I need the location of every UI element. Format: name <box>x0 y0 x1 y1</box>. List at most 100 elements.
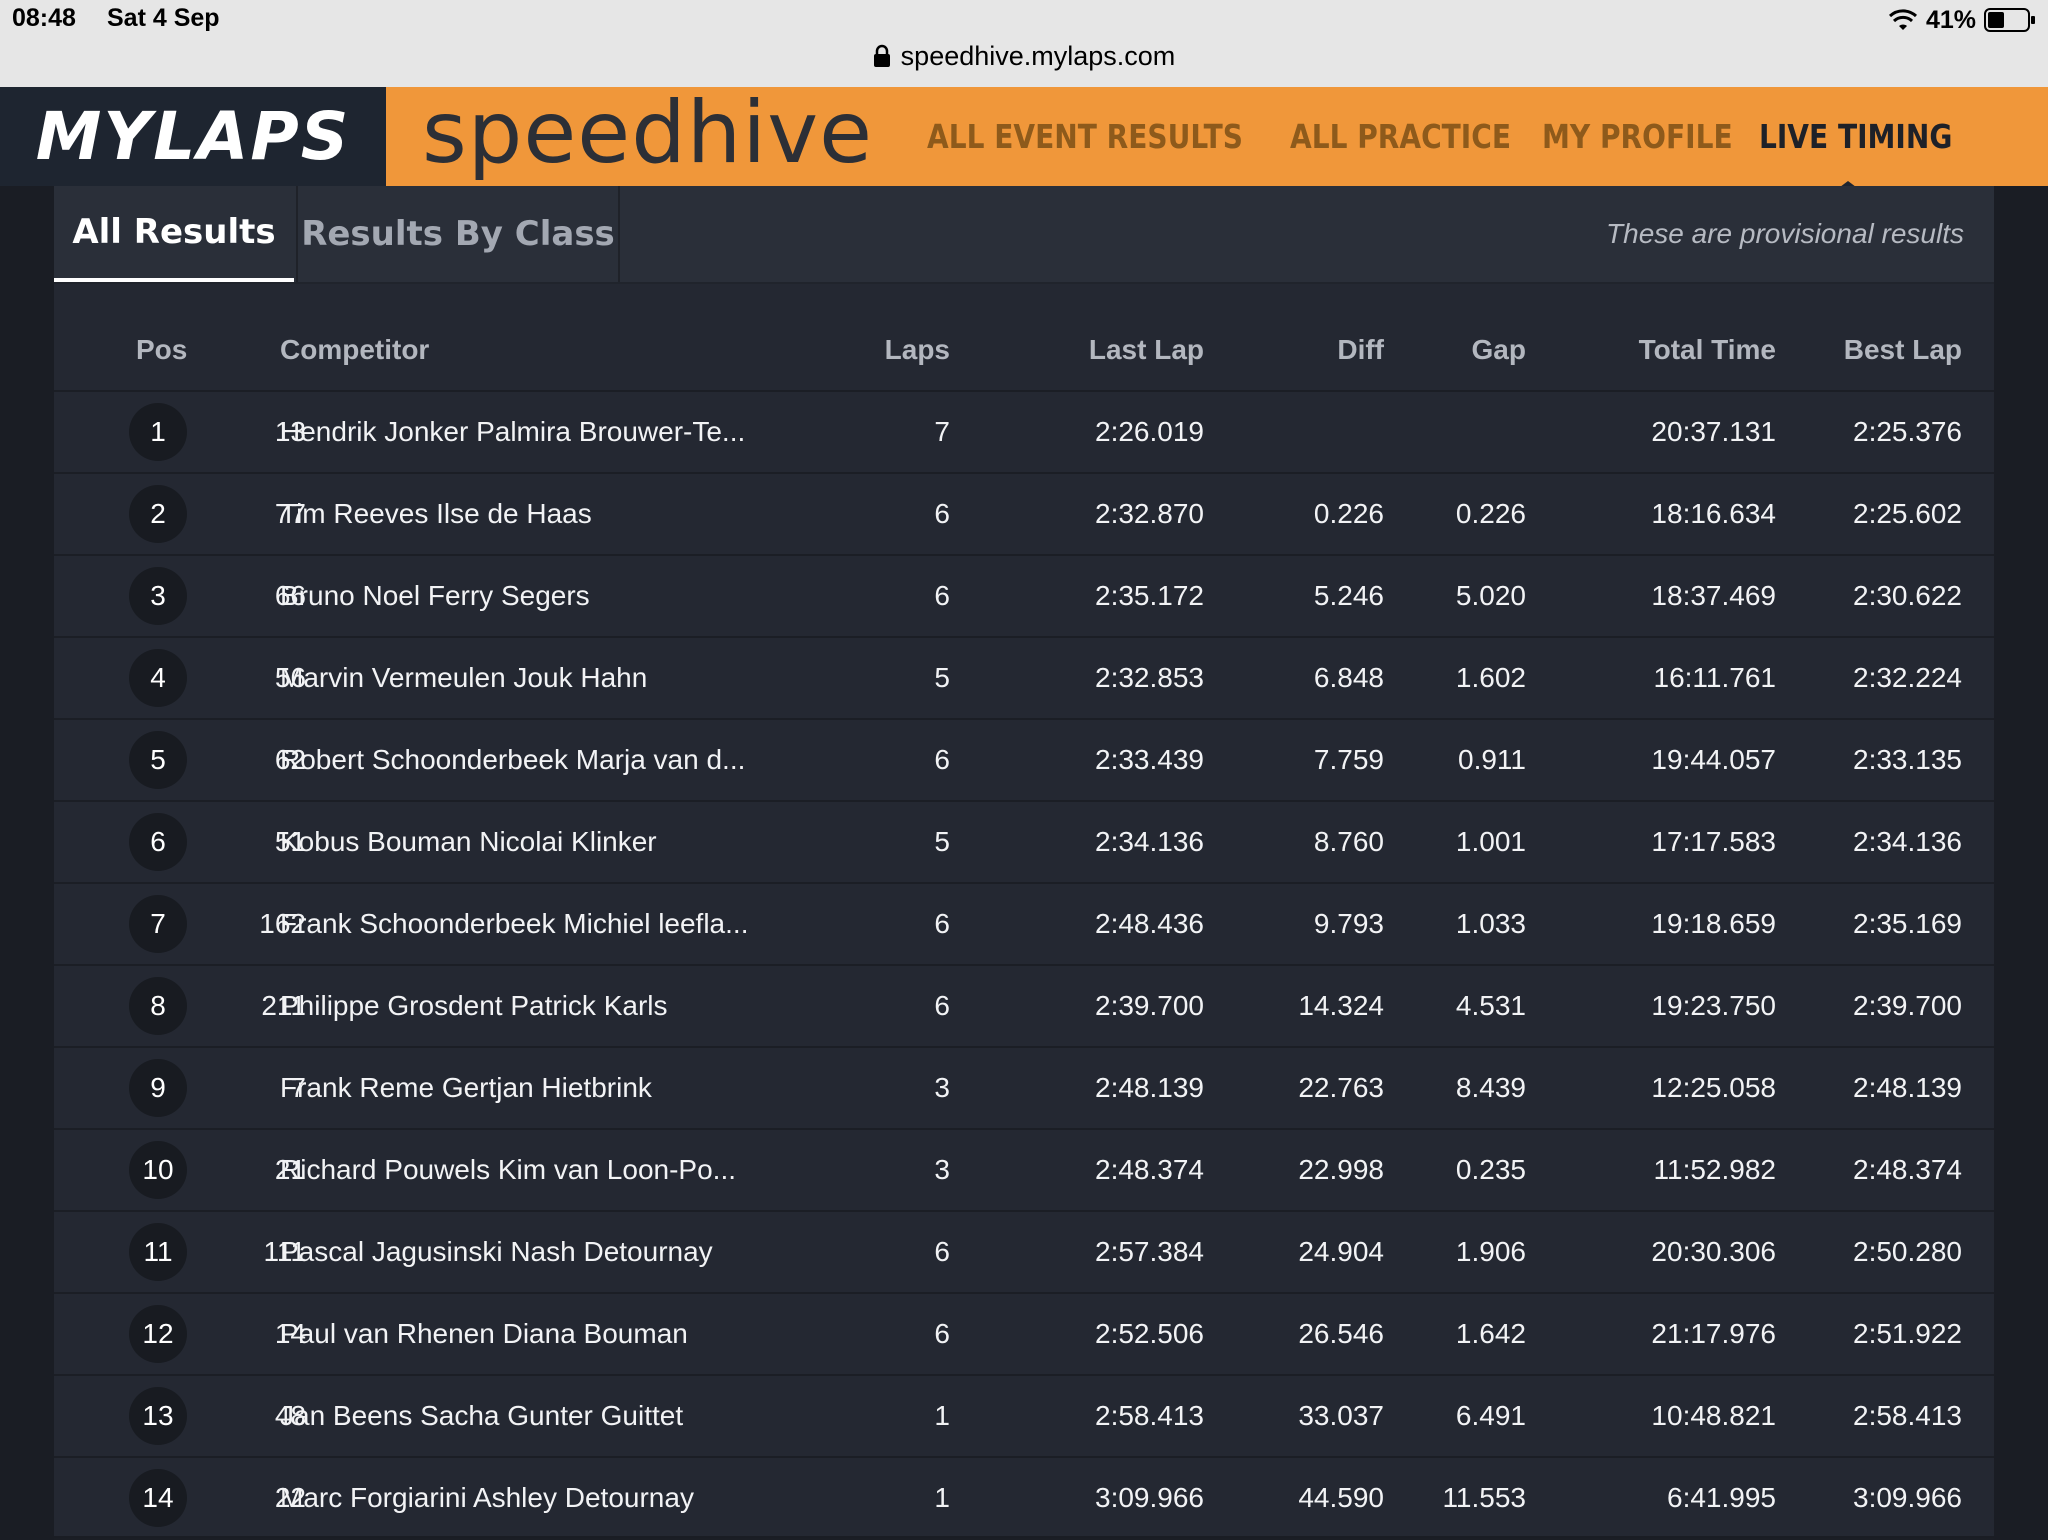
table-row[interactable]: 10 21 Richard Pouwels Kim van Loon-Po... 3 2… <box>54 1130 1994 1212</box>
battery-icon <box>1984 8 2035 32</box>
lock-icon <box>873 44 890 67</box>
laps-value: 6 <box>934 498 950 529</box>
url-bar[interactable]: speedhive.mylaps.com <box>0 36 2048 76</box>
table-row[interactable]: 1 13 Hendrik Jonker Palmira Brouwer-Te... 7… <box>54 392 1994 474</box>
header-total-time[interactable]: Total Time <box>1534 310 1776 390</box>
mylaps-logo-area[interactable]: MYLAPS <box>0 87 386 186</box>
table-body: 1 13 Hendrik Jonker Palmira Brouwer-Te... 7… <box>54 392 1994 1540</box>
position-badge: 4 <box>129 649 187 707</box>
laps-value: 6 <box>934 990 950 1021</box>
competitor-name: Jan Beens Sacha Gunter Guittet <box>280 1400 684 1431</box>
pos-cell: 1 <box>128 392 188 472</box>
table-row[interactable]: 3 66 Bruno Noel Ferry Segers 6 2:35.172 5.246… <box>54 556 1994 638</box>
diff-value <box>1214 392 1384 472</box>
total-time-value: 18:37.469 <box>1651 580 1776 611</box>
position-badge: 11 <box>129 1223 187 1281</box>
table-row[interactable]: 11 111 Pascal Jagusinski Nash Detournay 6 2:… <box>54 1212 1994 1294</box>
competitor-name: Bruno Noel Ferry Segers <box>280 580 590 611</box>
provisional-note: These are provisional results <box>1606 218 1964 249</box>
position-badge: 2 <box>129 485 187 543</box>
tab-all-results[interactable]: All Results <box>54 186 294 282</box>
laps-value: 5 <box>934 662 950 693</box>
last-lap-value: 2:48.139 <box>1095 1072 1204 1103</box>
laps-value: 6 <box>934 744 950 775</box>
speedhive-bar: speedhive ALL EVENT RESULTS ALL PRACTICE… <box>386 83 2048 186</box>
pos-cell: 3 <box>128 556 188 636</box>
last-lap-value: 2:33.439 <box>1095 744 1204 775</box>
table-row[interactable]: 2 77 Tim Reeves Ilse de Haas 6 2:32.870 0.226… <box>54 474 1994 556</box>
table-header: Pos Competitor Laps Last Lap Diff Gap To… <box>54 310 1994 392</box>
table-row[interactable]: 6 51 Kobus Bouman Nicolai Klinker 5 2:34.136… <box>54 802 1994 884</box>
laps-value: 5 <box>934 826 950 857</box>
competitor-name: Paul van Rhenen Diana Bouman <box>280 1318 688 1349</box>
total-time-value: 21:17.976 <box>1651 1318 1776 1349</box>
best-lap-value: 2:25.602 <box>1853 498 1962 529</box>
table-row[interactable]: 8 211 Philippe Grosdent Patrick Karls 6 2:39… <box>54 966 1994 1048</box>
table-row[interactable]: 13 48 Jan Beens Sacha Gunter Guittet 1 2:58.… <box>54 1376 1994 1458</box>
laps-value: 1 <box>934 1482 950 1513</box>
header-laps[interactable]: Laps <box>814 310 950 390</box>
best-lap-value: 3:09.966 <box>1853 1482 1962 1513</box>
position-badge: 13 <box>129 1387 187 1445</box>
total-time-value: 6:41.995 <box>1667 1482 1776 1513</box>
table-row[interactable]: 5 62 Robert Schoonderbeek Marja van d... 6 2… <box>54 720 1994 802</box>
position-badge: 9 <box>129 1059 187 1117</box>
diff-value: 22.763 <box>1298 1072 1384 1103</box>
best-lap-value: 2:58.413 <box>1853 1400 1962 1431</box>
pos-cell: 7 <box>128 884 188 964</box>
nav-all-practice[interactable]: ALL PRACTICE <box>1290 117 1511 156</box>
best-lap-value: 2:48.139 <box>1853 1072 1962 1103</box>
best-lap-value: 2:34.136 <box>1853 826 1962 857</box>
diff-value: 24.904 <box>1298 1236 1384 1267</box>
laps-value: 6 <box>934 908 950 939</box>
last-lap-value: 2:48.436 <box>1095 908 1204 939</box>
laps-value: 3 <box>934 1154 950 1185</box>
gap-value: 4.531 <box>1455 990 1526 1021</box>
pos-cell: 13 <box>128 1376 188 1456</box>
best-lap-value: 2:39.700 <box>1853 990 1962 1021</box>
header-competitor[interactable]: Competitor <box>280 310 840 390</box>
laps-value: 6 <box>934 1318 950 1349</box>
gap-value: 1.906 <box>1455 1236 1526 1267</box>
header-diff[interactable]: Diff <box>1214 310 1384 390</box>
header-gap[interactable]: Gap <box>1384 310 1526 390</box>
nav-live-timing[interactable]: LIVE TIMING <box>1759 117 1952 156</box>
position-badge: 7 <box>129 895 187 953</box>
competitor-name: Marvin Vermeulen Jouk Hahn <box>280 662 648 693</box>
pos-cell: 9 <box>128 1048 188 1128</box>
diff-value: 9.793 <box>1313 908 1384 939</box>
table-row[interactable]: 9 7 Frank Reme Gertjan Hietbrink 3 2:48.139 2… <box>54 1048 1994 1130</box>
speedhive-logo[interactable]: speedhive <box>422 83 873 183</box>
position-badge: 1 <box>129 403 187 461</box>
wifi-icon <box>1888 9 1917 30</box>
gap-value <box>1384 392 1526 472</box>
last-lap-value: 2:34.136 <box>1095 826 1204 857</box>
competitor-name: Richard Pouwels Kim van Loon-Po... <box>280 1154 736 1185</box>
header-last-lap[interactable]: Last Lap <box>984 310 1204 390</box>
laps-value: 6 <box>934 1236 950 1267</box>
diff-value: 14.324 <box>1298 990 1384 1021</box>
laps-value: 7 <box>934 416 950 447</box>
table-row[interactable]: 7 162 Frank Schoonderbeek Michiel leefla..… <box>54 884 1994 966</box>
header-best-lap[interactable]: Best Lap <box>1776 310 1962 390</box>
pos-cell: 14 <box>128 1458 188 1538</box>
nav-all-event-results[interactable]: ALL EVENT RESULTS <box>927 117 1243 156</box>
header-pos[interactable]: Pos <box>136 310 216 390</box>
position-badge: 10 <box>129 1141 187 1199</box>
competitor-name: Tim Reeves Ilse de Haas <box>280 498 592 529</box>
competitor-name: Hendrik Jonker Palmira Brouwer-Te... <box>280 416 746 447</box>
tab-results-by-class[interactable]: Results By Class <box>296 186 620 282</box>
best-lap-value: 2:51.922 <box>1853 1318 1962 1349</box>
total-time-value: 18:16.634 <box>1651 498 1776 529</box>
nav-my-profile[interactable]: MY PROFILE <box>1542 117 1733 156</box>
table-row[interactable]: 4 56 Marvin Vermeulen Jouk Hahn 5 2:32.853 6.… <box>54 638 1994 720</box>
table-row[interactable]: 14 22 Marc Forgiarini Ashley Detournay 1 3:0… <box>54 1458 1994 1540</box>
competitor-name: Marc Forgiarini Ashley Detournay <box>280 1482 694 1513</box>
diff-value: 33.037 <box>1298 1400 1384 1431</box>
last-lap-value: 2:39.700 <box>1095 990 1204 1021</box>
table-row[interactable]: 12 14 Paul van Rhenen Diana Bouman 6 2:52.50… <box>54 1294 1994 1376</box>
pos-cell: 5 <box>128 720 188 800</box>
diff-value: 44.590 <box>1298 1482 1384 1513</box>
last-lap-value: 2:48.374 <box>1095 1154 1204 1185</box>
position-badge: 5 <box>129 731 187 789</box>
